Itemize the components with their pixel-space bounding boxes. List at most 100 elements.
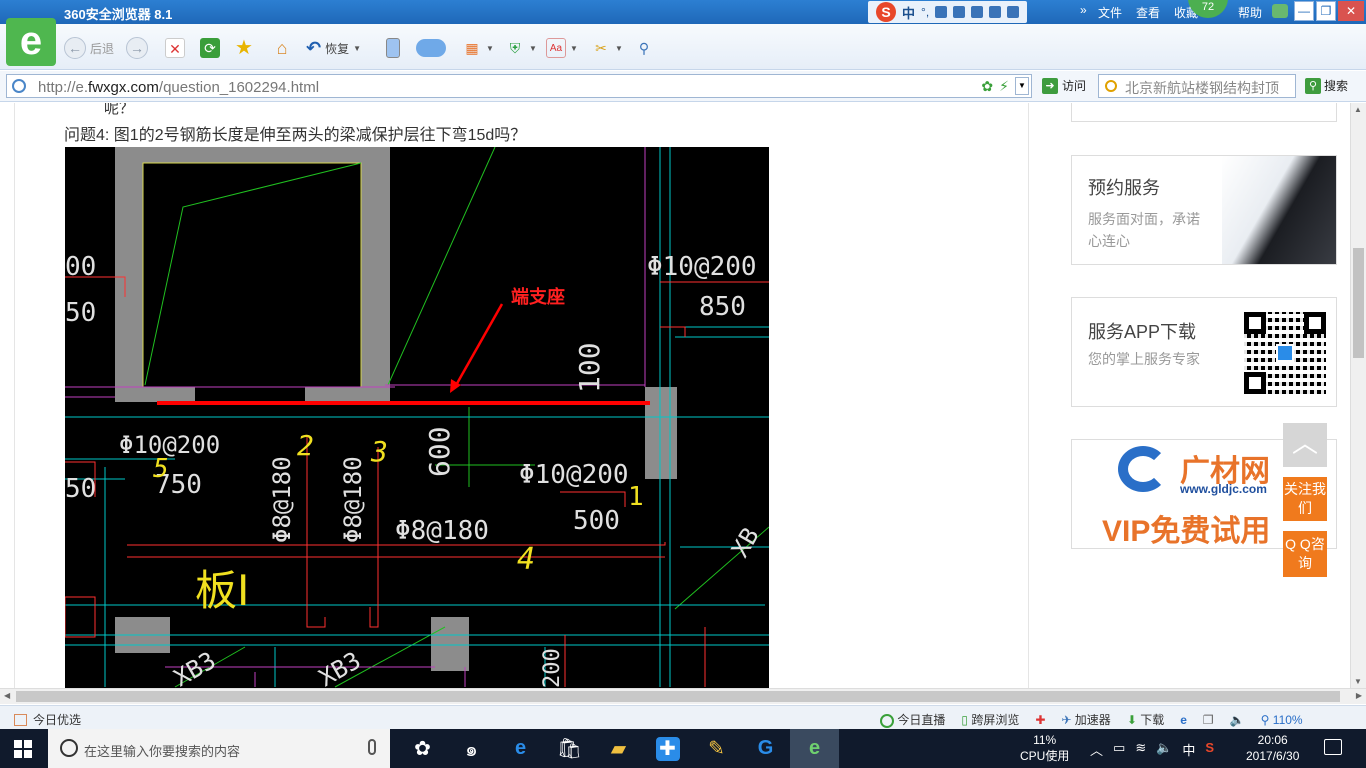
minimize-button[interactable]: — bbox=[1294, 1, 1314, 21]
plus-app-icon[interactable]: ✚ bbox=[643, 729, 692, 768]
phone-icon[interactable] bbox=[386, 38, 400, 58]
home-icon[interactable]: ⌂ bbox=[272, 38, 292, 58]
restore-button[interactable]: ↶ 恢复 ▼ bbox=[306, 36, 361, 60]
dropdown-icon: ▼ bbox=[529, 43, 537, 53]
favorite-star-icon[interactable]: ★ bbox=[234, 38, 254, 58]
url-input[interactable]: http://e.fwxgx.com/question_1602294.html… bbox=[6, 74, 1032, 98]
gldjc-app-icon[interactable]: G bbox=[741, 729, 790, 768]
skin-shirt-icon[interactable] bbox=[1272, 4, 1288, 18]
follow-us-button[interactable]: 关注我们 bbox=[1283, 477, 1327, 521]
scroll-up-icon[interactable]: ▲ bbox=[1354, 105, 1362, 114]
go-arrow-icon: ➜ bbox=[1042, 77, 1058, 94]
drawing-number: 2 bbox=[297, 429, 314, 462]
toolbar: ← 后退 → ✕ ⟳ ★ ⌂ ↶ 恢复 ▼ ▦ ▼ ⛨ ▼ Aa ▼ ✂ ▼ ⚲ bbox=[0, 24, 1366, 70]
qr-code-icon bbox=[1244, 312, 1326, 394]
scroll-down-icon[interactable]: ▼ bbox=[1354, 677, 1362, 686]
url-dropdown-icon[interactable]: ▼ bbox=[1015, 77, 1029, 95]
qq-consult-button[interactable]: Q Q咨询 bbox=[1283, 531, 1327, 577]
vertical-scrollbar[interactable]: ▲ ▼ bbox=[1350, 103, 1366, 688]
ime-indicator[interactable]: 中 bbox=[1182, 740, 1195, 759]
notes-app-icon[interactable]: ✎ bbox=[692, 729, 741, 768]
translate-icon[interactable]: Aa bbox=[546, 38, 566, 58]
battery-icon[interactable]: ▭ bbox=[1113, 740, 1125, 759]
menu-view[interactable]: 查看 bbox=[1136, 4, 1160, 21]
dropdown-icon: ▼ bbox=[486, 43, 494, 53]
cloud-icon[interactable] bbox=[416, 39, 446, 57]
clock[interactable]: 20:06 2017/6/30 bbox=[1246, 732, 1299, 764]
search-engine-icon[interactable] bbox=[1105, 80, 1117, 92]
zoom-icon[interactable]: ⚲ bbox=[634, 38, 654, 58]
annotation-label: 端支座 bbox=[511, 286, 565, 308]
tray-chevron-icon[interactable]: ︿ bbox=[1090, 740, 1103, 759]
360-browser-task-icon[interactable]: e bbox=[790, 729, 839, 768]
horizontal-scroll-thumb[interactable] bbox=[16, 691, 1340, 702]
apps-grid-icon[interactable]: ▦ bbox=[462, 38, 482, 58]
health-icon[interactable]: ✚ bbox=[1035, 713, 1045, 727]
appointment-subtitle: 服务面对面，承诺心连心 bbox=[1088, 211, 1200, 249]
taskview-icon[interactable]: ✿ bbox=[398, 729, 447, 768]
shield-icon[interactable]: ⛨ bbox=[505, 38, 525, 58]
back-button[interactable]: ← 后退 bbox=[64, 36, 114, 60]
store-icon[interactable]: 🛍 bbox=[545, 729, 594, 768]
screenshot-icon[interactable]: ✂ bbox=[591, 38, 611, 58]
lightning-icon[interactable]: ⚡ bbox=[999, 78, 1009, 95]
dropdown-icon: ▼ bbox=[570, 43, 578, 53]
start-button[interactable] bbox=[14, 740, 32, 758]
speaker-icon[interactable]: 🔈 bbox=[1156, 740, 1172, 759]
taskbar-search-input[interactable]: 在这里输入你要搜索的内容 bbox=[48, 729, 390, 768]
refresh-icon[interactable]: ⟳ bbox=[200, 38, 220, 58]
live-button[interactable]: 今日直播 bbox=[880, 711, 945, 728]
horizontal-scrollbar[interactable]: ◀ ▶ bbox=[0, 688, 1366, 704]
accelerator-button[interactable]: ✈ 加速器 bbox=[1061, 711, 1110, 728]
window-icon[interactable]: ❐ bbox=[1203, 713, 1214, 727]
zoom-control[interactable]: ⚲ 110% bbox=[1261, 713, 1303, 727]
drawing-label: XB bbox=[726, 523, 765, 562]
clock-date: 2017/6/30 bbox=[1246, 749, 1300, 763]
speedup-icon[interactable]: ✿ bbox=[981, 78, 993, 95]
app-download-card[interactable]: 服务APP下载 您的掌上服务专家 bbox=[1071, 297, 1337, 407]
vertical-scroll-thumb[interactable] bbox=[1353, 248, 1364, 358]
cortana-icon bbox=[60, 739, 78, 757]
close-button[interactable]: ✕ bbox=[1338, 1, 1364, 21]
sogou-tray-icon[interactable]: S bbox=[1205, 740, 1214, 759]
microphone-icon[interactable] bbox=[368, 739, 376, 755]
stop-icon[interactable]: ✕ bbox=[165, 38, 185, 58]
today-picks-label: 今日优选 bbox=[33, 713, 82, 727]
menu-file[interactable]: 文件 bbox=[1098, 4, 1122, 21]
keyboard-icon[interactable] bbox=[953, 6, 966, 18]
search-input[interactable]: 北京新航站楼钢结构封顶 bbox=[1098, 74, 1296, 98]
visit-button[interactable]: ➜ 访问 bbox=[1042, 77, 1086, 94]
cross-screen-button[interactable]: ▯ 跨屏浏览 bbox=[961, 711, 1019, 728]
scroll-left-icon[interactable]: ◀ bbox=[4, 691, 10, 700]
forward-button[interactable]: → bbox=[126, 37, 148, 59]
sidebar-card-top bbox=[1071, 103, 1337, 122]
expand-chevron-icon[interactable]: » bbox=[1080, 3, 1087, 17]
search-button[interactable]: ⚲ 搜索 bbox=[1305, 77, 1348, 94]
wifi-icon[interactable]: ≋ bbox=[1135, 740, 1146, 759]
download-button[interactable]: ⬇ 下载 bbox=[1127, 711, 1164, 728]
browser-logo-icon[interactable]: e bbox=[6, 18, 56, 66]
search-icon: ⚲ bbox=[1305, 77, 1321, 94]
maximize-button[interactable]: ❐ bbox=[1316, 1, 1336, 21]
appointment-card[interactable]: 预约服务 服务面对面，承诺心连心 bbox=[1071, 155, 1337, 265]
ime-mode[interactable]: 中 bbox=[902, 3, 915, 22]
ie-icon[interactable]: e bbox=[1180, 713, 1187, 727]
notification-icon[interactable] bbox=[1324, 739, 1342, 755]
sogou-ime-bar[interactable]: S 中 °, bbox=[868, 1, 1028, 23]
punctuation-icon[interactable]: °, bbox=[921, 5, 929, 19]
scroll-right-icon[interactable]: ▶ bbox=[1356, 691, 1362, 700]
url-text[interactable]: http://e.fwxgx.com/question_1602294.html bbox=[38, 79, 319, 96]
menu-help[interactable]: 帮助 bbox=[1238, 4, 1262, 21]
back-to-top-button[interactable]: ︿ bbox=[1283, 423, 1327, 467]
file-explorer-icon[interactable]: ▰ bbox=[594, 729, 643, 768]
toolbox-icon[interactable] bbox=[971, 6, 984, 18]
edge-icon[interactable]: e bbox=[496, 729, 545, 768]
mic-icon[interactable] bbox=[935, 6, 948, 18]
cpu-meter[interactable]: 11% CPU使用 bbox=[1020, 732, 1069, 764]
drawing-label: 00 bbox=[65, 252, 96, 282]
swirl-app-icon[interactable]: ๑ bbox=[447, 729, 496, 768]
today-picks-button[interactable]: 今日优选 bbox=[14, 711, 81, 728]
wrench-icon[interactable] bbox=[1007, 6, 1020, 18]
skin-icon[interactable] bbox=[989, 6, 1002, 18]
volume-icon[interactable]: 🔈 bbox=[1230, 713, 1245, 727]
